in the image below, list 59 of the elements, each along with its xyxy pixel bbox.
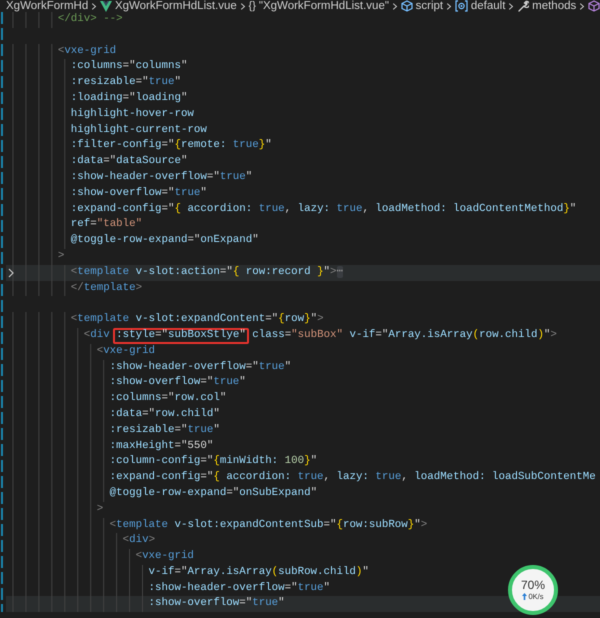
breadcrumb-item[interactable]: XgWorkFormHd bbox=[6, 0, 88, 12]
code-line: <vxe-grid bbox=[96, 344, 156, 359]
code-line: :resizable="true" bbox=[70, 75, 181, 90]
cube-icon bbox=[400, 0, 413, 12]
percent-text: 70% bbox=[520, 579, 546, 592]
code-line: :data="row.child" bbox=[110, 406, 220, 422]
code-line: ref="table" bbox=[70, 217, 142, 232]
breadcrumb-item[interactable]: default bbox=[470, 0, 506, 12]
chevron-right-icon bbox=[392, 2, 398, 10]
code-line: @toggle-row-expand="onExpand" bbox=[70, 233, 259, 248]
code-line: :columns="row.col" bbox=[110, 391, 226, 406]
chevron-right-icon bbox=[91, 2, 97, 10]
cube-icon bbox=[588, 0, 600, 12]
breadcrumb-item[interactable]: "XgWorkFormHdList.vue" bbox=[258, 0, 389, 12]
code-line: <div> bbox=[122, 533, 156, 548]
code-line: <template v-slot:action="{ row:record }">⋯ bbox=[70, 264, 344, 280]
code-line: :show-overflow="true" bbox=[70, 186, 207, 201]
code-line: <template v-slot:expandContentSub="{row:subRow}"> bbox=[110, 518, 428, 532]
chevron-right-icon[interactable] bbox=[7, 268, 15, 278]
chevron-right-icon bbox=[579, 2, 585, 10]
code-line: <vxe-grid bbox=[136, 549, 194, 564]
code-line: :filter-config="{remote: true}" bbox=[70, 138, 272, 154]
code-line: class="subBox" v-if="Array.isArray(row.child)"> bbox=[251, 328, 557, 343]
breadcrumb-item[interactable]: XgWorkFormHdList.vue bbox=[114, 0, 237, 12]
code-line: > bbox=[58, 248, 64, 264]
code-line: :show-overflow="true" bbox=[110, 375, 246, 390]
code-line: :columns="columns" bbox=[70, 59, 188, 74]
code-line: :show-header-overflow="true" bbox=[70, 170, 252, 185]
code-line: @toggle-row-expand="onSubExpand" bbox=[110, 486, 318, 501]
code-line: highlight-hover-row bbox=[70, 106, 194, 122]
annotated-code: :style="subBoxStlye" bbox=[113, 328, 249, 344]
code-line: <template v-slot:expandContent="{row}"> bbox=[70, 312, 324, 328]
code-line: :resizable="true" bbox=[110, 422, 220, 438]
wrench-icon bbox=[517, 0, 530, 12]
code-line: :maxHeight="550" bbox=[110, 438, 214, 454]
breadcrumb-item[interactable]: methods bbox=[532, 0, 576, 12]
code-line: > bbox=[96, 502, 104, 517]
breadcrumb-item[interactable]: script bbox=[416, 0, 444, 12]
code-line: :show-header-overflow="true" bbox=[110, 360, 292, 375]
chevron-right-icon bbox=[240, 2, 246, 10]
code-line: :expand-config="{ accordion: true, lazy: true, loadMethod: loadSubContentMe bbox=[110, 470, 596, 486]
code-line: :expand-config="{ accordion: true, lazy: true, loadMethod: loadContentMethod}" bbox=[70, 202, 576, 217]
code-line: :show-overflow="true" bbox=[148, 596, 285, 612]
chevron-right-icon bbox=[446, 2, 452, 10]
code-line: :data="dataSource" bbox=[70, 154, 188, 170]
code-line: :loading="loading" bbox=[70, 90, 188, 106]
chevron-right-icon bbox=[508, 2, 514, 10]
up-arrow-icon bbox=[522, 593, 528, 600]
code-line: :column-config="{minWidth: 100}" bbox=[110, 454, 318, 470]
braces-icon: {} bbox=[248, 0, 256, 12]
module-icon bbox=[454, 0, 468, 12]
code-line: <vxe-grid bbox=[58, 44, 116, 59]
code-line: highlight-current-row bbox=[70, 122, 207, 138]
code-line: </div> --> bbox=[58, 12, 123, 27]
vue-logo-icon bbox=[100, 0, 112, 12]
code-line: </template> bbox=[70, 280, 142, 296]
code-line: <div bbox=[84, 328, 111, 343]
code-line: :show-header-overflow="true" bbox=[148, 580, 330, 596]
code-line: v-if="Array.isArray(subRow.child)" bbox=[148, 564, 369, 580]
